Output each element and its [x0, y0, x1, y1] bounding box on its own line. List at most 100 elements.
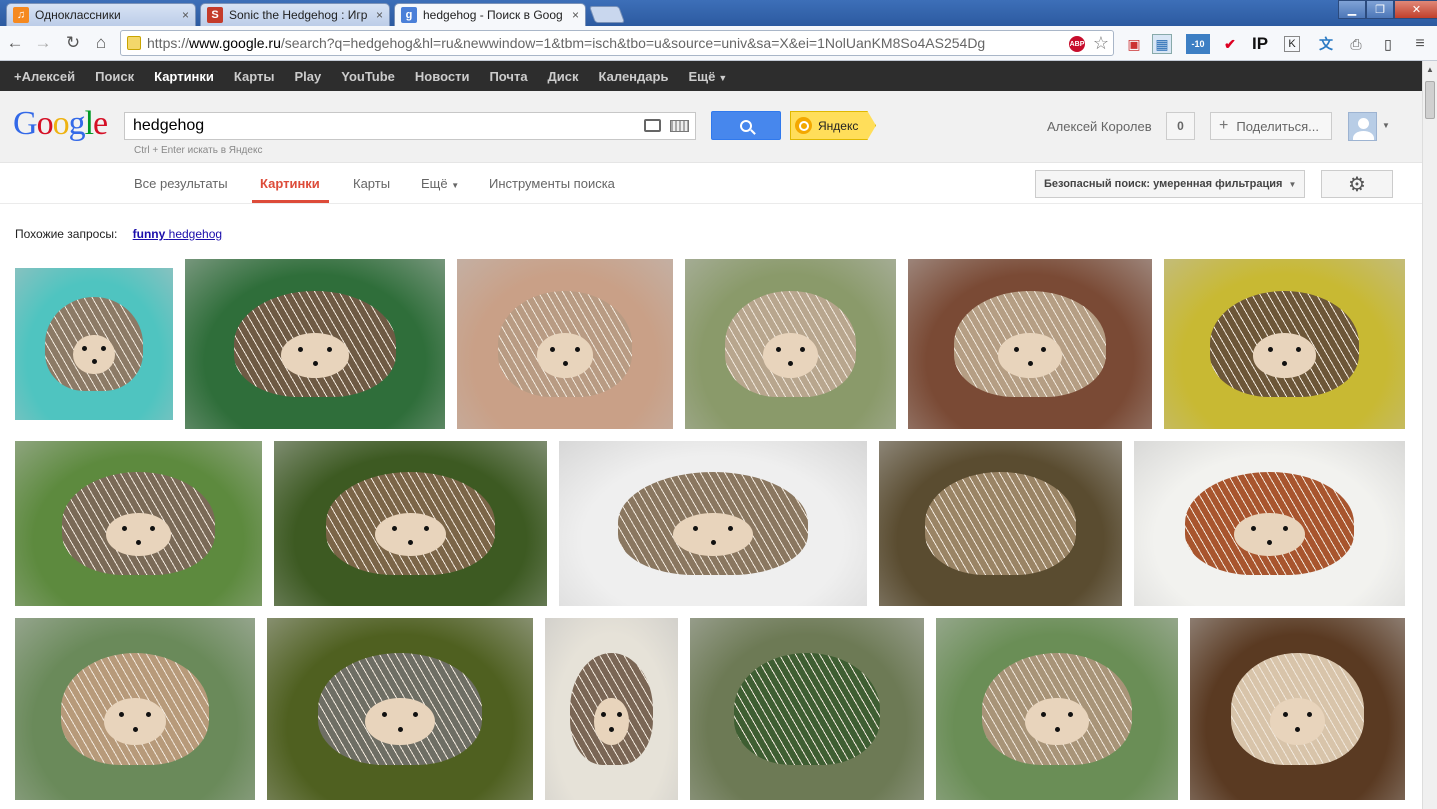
hedgehog-face — [374, 513, 447, 557]
reload-icon[interactable]: ↻ — [62, 32, 84, 54]
gbar-mail-link[interactable]: Почта — [489, 69, 527, 84]
hedgehog-nose — [1054, 727, 1060, 733]
hedgehog-eye — [121, 526, 127, 532]
search-button[interactable] — [711, 111, 781, 140]
gbar-youtube-link[interactable]: YouTube — [341, 69, 395, 84]
extension-tv-icon[interactable]: ▣ — [1124, 34, 1144, 54]
image-result-thumbnail[interactable] — [457, 259, 673, 429]
hedgehog-face — [998, 333, 1062, 378]
yandex-search-button[interactable]: Яндекс — [790, 111, 876, 140]
tab-close-icon[interactable]: × — [376, 8, 383, 22]
settings-button[interactable]: ⚙ — [1321, 170, 1393, 198]
safe-search-dropdown[interactable]: Безопасный поиск: умеренная фильтрация ▼ — [1035, 170, 1305, 198]
restore-icon[interactable]: ❐ — [1366, 0, 1394, 19]
tab-search-tools[interactable]: Инструменты поиска — [489, 176, 615, 191]
gbar-play-link[interactable]: Play — [294, 69, 321, 84]
minimize-icon[interactable]: ▁ — [1338, 0, 1366, 19]
extension-weather-icon[interactable]: -10 — [1186, 34, 1210, 54]
tab-all-results[interactable]: Все результаты — [134, 176, 228, 191]
image-result-thumbnail[interactable] — [936, 618, 1178, 800]
url-scheme: https:// — [147, 35, 190, 51]
safe-search-label: Безопасный поиск: умеренная фильтрация — [1044, 178, 1283, 190]
search-input[interactable] — [133, 117, 633, 135]
image-result-thumbnail[interactable] — [274, 441, 547, 606]
bookmark-star-icon[interactable]: ☆ — [1093, 33, 1109, 54]
gbar-calendar-link[interactable]: Календарь — [599, 69, 669, 84]
chrome-menu-icon[interactable]: ≡ — [1410, 34, 1430, 54]
extension-kaspersky-icon[interactable]: ✔ — [1220, 34, 1240, 54]
hedgehog-shape — [925, 472, 1076, 575]
image-result-thumbnail[interactable] — [15, 618, 255, 800]
extension-screenshot-icon[interactable]: ▦ — [1152, 34, 1172, 54]
hedgehog-face — [1253, 333, 1316, 378]
adblock-icon[interactable]: ABP — [1069, 36, 1085, 52]
image-result-thumbnail[interactable] — [1134, 441, 1405, 606]
user-name[interactable]: Алексей Королев — [1047, 119, 1152, 134]
gbar-drive-link[interactable]: Диск — [548, 69, 579, 84]
extension-k-icon[interactable]: K — [1284, 36, 1300, 52]
google-logo[interactable]: Google — [13, 105, 108, 143]
scrollbar-thumb[interactable] — [1425, 81, 1435, 119]
chevron-down-icon: ▼ — [718, 72, 728, 83]
image-result-thumbnail[interactable] — [1190, 618, 1405, 800]
share-label: Поделиться... — [1236, 118, 1319, 134]
image-result-thumbnail[interactable] — [15, 268, 173, 420]
hedgehog-face — [103, 697, 167, 746]
forward-arrow-icon[interactable]: → — [32, 32, 54, 54]
image-result-thumbnail[interactable] — [15, 441, 262, 606]
address-bar[interactable]: https://www.google.ru/search?q=hedgehog&… — [120, 30, 1114, 56]
gbar-profile-link[interactable]: +Алексей — [14, 69, 75, 84]
gbar-more-label: Ещё — [688, 68, 716, 84]
image-result-thumbnail[interactable] — [545, 618, 678, 800]
gbar-more-link[interactable]: Ещё ▼ — [688, 69, 727, 84]
back-arrow-icon[interactable]: ← — [4, 32, 26, 54]
image-result-thumbnail[interactable] — [685, 259, 896, 429]
image-result-thumbnail[interactable] — [908, 259, 1152, 429]
image-result-thumbnail[interactable] — [1164, 259, 1405, 429]
url-text[interactable]: https://www.google.ru/search?q=hedgehog&… — [147, 35, 1067, 51]
gbar-search-link[interactable]: Поиск — [95, 69, 134, 84]
keyboard-icon[interactable] — [670, 120, 689, 132]
home-icon[interactable]: ⌂ — [90, 32, 112, 54]
extension-phone-icon[interactable]: ▯ — [1378, 34, 1398, 54]
window-close-icon[interactable]: ✕ — [1394, 0, 1437, 19]
hedgehog-eye — [1013, 346, 1019, 352]
avatar[interactable] — [1348, 112, 1377, 141]
logo-letter: G — [13, 105, 38, 142]
browser-tab-sonic[interactable]: S Sonic the Hedgehog : Игр × — [200, 3, 390, 26]
tab-more[interactable]: Ещё ▼ — [421, 176, 459, 191]
extension-ip-icon[interactable]: IP — [1250, 34, 1270, 54]
tab-maps[interactable]: Карты — [353, 176, 390, 191]
related-link-funny-hedgehog[interactable]: funny hedgehog — [133, 227, 222, 241]
image-result-thumbnail[interactable] — [267, 618, 533, 800]
google-bar: +Алексей Поиск Картинки Карты Play YouTu… — [0, 61, 1422, 91]
tab-title: hedgehog - Поиск в Goog — [423, 8, 563, 22]
image-result-thumbnail[interactable] — [559, 441, 867, 606]
browser-tab-google-search[interactable]: g hedgehog - Поиск в Goog × — [394, 3, 586, 26]
hedgehog-face — [536, 333, 594, 378]
share-button[interactable]: + Поделиться... — [1210, 112, 1332, 140]
camera-icon[interactable] — [644, 119, 661, 132]
gbar-news-link[interactable]: Новости — [415, 69, 470, 84]
image-result-thumbnail[interactable] — [690, 618, 924, 800]
hedgehog-nose — [136, 539, 141, 545]
page-scrollbar[interactable]: ▲ — [1422, 61, 1437, 809]
gbar-images-link[interactable]: Картинки — [154, 69, 214, 84]
extension-print-icon[interactable]: ⎙ — [1346, 34, 1366, 54]
notification-count[interactable]: 0 — [1166, 112, 1195, 140]
chevron-down-icon[interactable]: ▼ — [1382, 121, 1390, 130]
new-tab-button[interactable] — [588, 6, 626, 23]
scroll-up-icon[interactable]: ▲ — [1426, 65, 1434, 74]
browser-tabstrip: ♫ Одноклассники × S Sonic the Hedgehog :… — [0, 0, 1437, 26]
hedgehog-face — [106, 513, 171, 557]
browser-tab-odnoklassniki[interactable]: ♫ Одноклассники × — [6, 3, 196, 26]
search-box[interactable] — [124, 112, 696, 140]
image-result-thumbnail[interactable] — [879, 441, 1122, 606]
image-result-thumbnail[interactable] — [185, 259, 445, 429]
tab-images[interactable]: Картинки — [260, 176, 320, 191]
tab-close-icon[interactable]: × — [182, 8, 189, 22]
tab-close-icon[interactable]: × — [572, 8, 579, 22]
active-tab-indicator — [252, 200, 329, 203]
gbar-maps-link[interactable]: Карты — [234, 69, 275, 84]
extension-translate-icon[interactable]: 文 — [1316, 34, 1336, 54]
